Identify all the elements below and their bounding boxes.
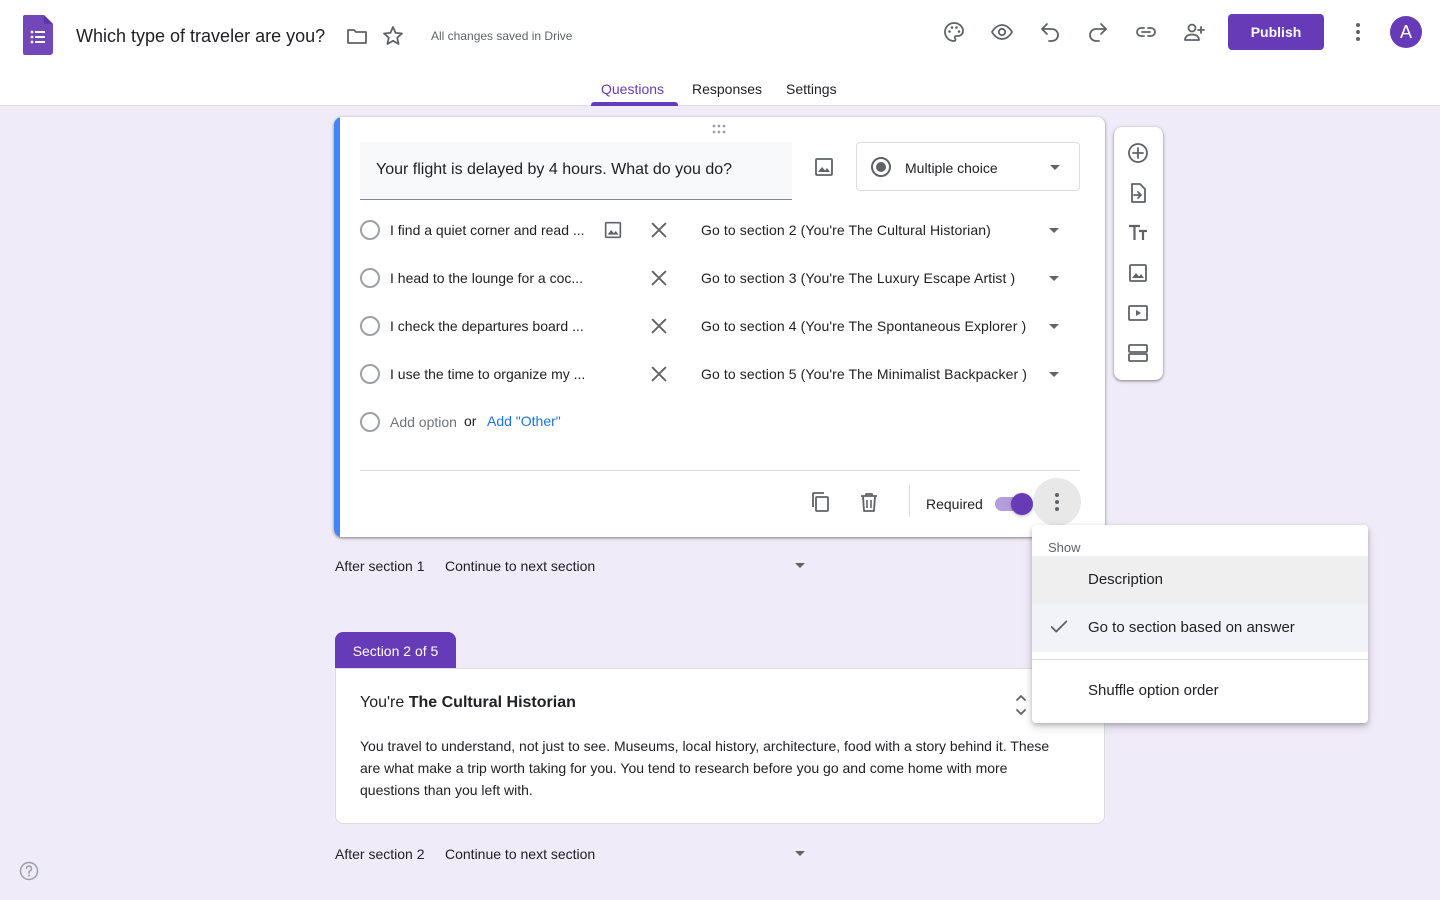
import-questions-icon[interactable]: [1126, 181, 1150, 205]
question-card[interactable]: Your flight is delayed by 4 hours. What …: [334, 117, 1105, 537]
add-video-icon[interactable]: [1126, 301, 1150, 325]
radio-button-icon: [871, 157, 891, 177]
check-icon: [1050, 620, 1068, 633]
option-radio-icon: [360, 220, 380, 240]
menu-item-label: Go to section based on answer: [1088, 619, 1295, 636]
required-toggle-thumb[interactable]: [1011, 493, 1033, 515]
section-title-prefix: You're: [360, 694, 409, 711]
option-radio-icon: [360, 316, 380, 336]
section-2-tab: Section 2 of 5: [335, 632, 456, 669]
dropdown-arrow-icon[interactable]: [1049, 228, 1059, 233]
duplicate-icon[interactable]: [808, 490, 832, 514]
question-type-dropdown[interactable]: Multiple choice: [856, 142, 1080, 191]
more-options-button[interactable]: [1033, 478, 1081, 526]
required-label: Required: [926, 496, 983, 512]
question-options-menu: Show Description Go to section based on …: [1032, 525, 1368, 723]
link-icon[interactable]: [1134, 20, 1158, 44]
option-radio-icon: [360, 268, 380, 288]
menu-item-label: Description: [1088, 571, 1164, 588]
section-title[interactable]: You're The Cultural Historian: [360, 693, 576, 713]
more-vert-icon[interactable]: [1346, 20, 1370, 44]
menu-item-go-to-section[interactable]: Go to section based on answer: [1032, 604, 1368, 652]
add-section-icon[interactable]: [1126, 341, 1150, 365]
more-vert-icon: [1055, 493, 1059, 511]
option-row[interactable]: I head to the lounge for a coc... Go to …: [358, 258, 1080, 298]
dropdown-arrow-icon[interactable]: [795, 851, 805, 856]
remove-option-icon[interactable]: [648, 267, 670, 289]
add-option-row: Add option or Add "Other": [358, 402, 1080, 442]
help-icon[interactable]: [19, 861, 39, 881]
dropdown-arrow-icon[interactable]: [1049, 276, 1059, 281]
option-text[interactable]: I find a quiet corner and read ...: [390, 221, 585, 239]
question-title-input[interactable]: Your flight is delayed by 4 hours. What …: [360, 142, 792, 200]
dropdown-arrow-icon[interactable]: [1049, 372, 1059, 377]
menu-separator: [1032, 659, 1368, 660]
active-tab-indicator: [591, 102, 678, 106]
option-row[interactable]: I find a quiet corner and read ... Go to…: [358, 210, 1080, 250]
question-type-label: Multiple choice: [905, 160, 998, 176]
folder-icon[interactable]: [345, 24, 369, 48]
redo-icon[interactable]: [1086, 20, 1110, 44]
option-row[interactable]: I use the time to organize my ... Go to …: [358, 354, 1080, 394]
publish-button[interactable]: Publish: [1228, 14, 1324, 50]
collapse-section-icon[interactable]: [1011, 695, 1031, 715]
add-image-icon[interactable]: [812, 155, 836, 179]
user-avatar[interactable]: A: [1390, 16, 1422, 48]
preview-eye-icon[interactable]: [990, 20, 1014, 44]
option-radio-icon: [360, 412, 380, 432]
tab-responses[interactable]: Responses: [692, 80, 762, 98]
add-other-button[interactable]: Add "Other": [487, 413, 561, 429]
option-radio-icon: [360, 364, 380, 384]
menu-item-description[interactable]: Description: [1032, 556, 1368, 604]
dropdown-arrow-icon: [1050, 165, 1060, 170]
section-2-card[interactable]: You're The Cultural Historian You travel…: [335, 668, 1105, 824]
go-to-section-select[interactable]: Go to section 5 (You're The Minimalist B…: [701, 365, 1027, 383]
option-text[interactable]: I use the time to organize my ...: [390, 365, 585, 383]
after-section-2-label: After section 2: [335, 846, 425, 862]
add-image-icon[interactable]: [1126, 261, 1150, 285]
remove-option-icon[interactable]: [648, 219, 670, 241]
after-section-2-select[interactable]: Continue to next section: [445, 845, 595, 863]
remove-option-icon[interactable]: [648, 363, 670, 385]
palette-icon[interactable]: [942, 20, 966, 44]
add-or-label: or: [464, 413, 477, 429]
go-to-section-select[interactable]: Go to section 3 (You're The Luxury Escap…: [701, 269, 1015, 287]
delete-trash-icon[interactable]: [857, 490, 881, 514]
app-header: Which type of traveler are you? All chan…: [0, 0, 1440, 106]
footer-separator: [909, 485, 910, 517]
option-text[interactable]: I head to the lounge for a coc...: [390, 269, 583, 287]
tab-questions[interactable]: Questions: [601, 80, 664, 98]
option-row[interactable]: I check the departures board ... Go to s…: [358, 306, 1080, 346]
menu-heading: Show: [1048, 540, 1081, 555]
form-title[interactable]: Which type of traveler are you?: [76, 24, 325, 48]
focus-indicator-bar: [334, 117, 340, 537]
dropdown-arrow-icon[interactable]: [795, 563, 805, 568]
option-text[interactable]: I check the departures board ...: [390, 317, 584, 335]
card-divider: [360, 470, 1080, 471]
add-option-button[interactable]: Add option: [390, 413, 457, 431]
add-collaborator-icon[interactable]: [1182, 20, 1206, 44]
add-title-text-icon[interactable]: [1126, 221, 1150, 245]
drag-handle-icon[interactable]: [711, 123, 727, 135]
floating-toolbar: [1114, 127, 1163, 380]
undo-icon[interactable]: [1038, 20, 1062, 44]
option-image-icon[interactable]: [602, 219, 624, 241]
google-forms-logo-icon[interactable]: [23, 15, 53, 55]
save-status: All changes saved in Drive: [431, 29, 573, 43]
question-title-text: Your flight is delayed by 4 hours. What …: [376, 161, 733, 178]
tab-settings[interactable]: Settings: [786, 80, 837, 98]
go-to-section-select[interactable]: Go to section 4 (You're The Spontaneous …: [701, 317, 1026, 335]
remove-option-icon[interactable]: [648, 315, 670, 337]
menu-item-shuffle[interactable]: Shuffle option order: [1032, 667, 1368, 715]
dropdown-arrow-icon[interactable]: [1049, 324, 1059, 329]
section-description[interactable]: You travel to understand, not just to se…: [360, 735, 1060, 801]
star-icon[interactable]: [381, 24, 405, 48]
section-title-bold: The Cultural Historian: [408, 694, 576, 711]
go-to-section-select[interactable]: Go to section 2 (You're The Cultural His…: [701, 221, 991, 239]
after-section-1-select[interactable]: Continue to next section: [445, 557, 595, 575]
menu-item-label: Shuffle option order: [1088, 682, 1219, 699]
after-section-1-label: After section 1: [335, 558, 425, 574]
add-question-icon[interactable]: [1126, 141, 1150, 165]
